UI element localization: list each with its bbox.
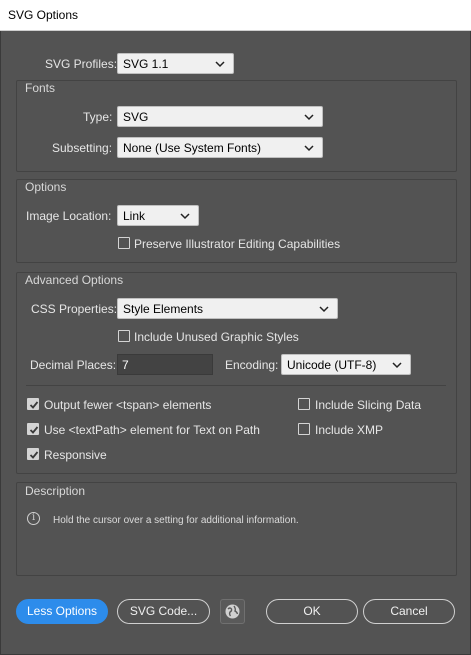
svg-profiles-select[interactable]: SVG 1.1 (117, 53, 234, 74)
unused-styles-checkbox[interactable] (118, 330, 130, 342)
type-label: Type: (83, 110, 113, 124)
svg-profiles-label: SVG Profiles: (45, 57, 118, 71)
decimal-places-label: Decimal Places: (30, 358, 117, 372)
ok-button[interactable]: OK (266, 599, 358, 624)
svg-code-button[interactable]: SVG Code... (117, 599, 210, 624)
encoding-value: Unicode (UTF-8) (287, 358, 377, 372)
css-properties-value: Style Elements (123, 302, 204, 316)
svg-profiles-value: SVG 1.1 (123, 57, 169, 71)
chevron-down-icon (180, 213, 190, 220)
preserve-editing-checkbox[interactable] (118, 237, 130, 249)
image-location-value: Link (123, 209, 146, 223)
decimal-places-value: 7 (122, 358, 129, 372)
chevron-down-icon (304, 114, 314, 121)
font-type-value: SVG (123, 110, 149, 124)
slicing-data-checkbox[interactable] (298, 398, 310, 410)
include-xmp-checkbox[interactable] (298, 423, 310, 435)
advanced-group-title: Advanced Options (25, 273, 124, 287)
font-subsetting-value: None (Use System Fonts) (123, 141, 262, 155)
chevron-down-icon (215, 61, 225, 68)
subsetting-label: Subsetting: (52, 141, 113, 155)
decimal-places-input[interactable]: 7 (117, 354, 213, 375)
checkmark-icon (29, 401, 39, 409)
fonts-group-title: Fonts (25, 81, 56, 95)
title-bar: SVG Options (0, 0, 471, 31)
fewer-tspan-label: Output fewer <tspan> elements (44, 398, 212, 412)
description-group-title: Description (25, 484, 86, 498)
window-title: SVG Options (8, 8, 79, 22)
preserve-editing-label: Preserve Illustrator Editing Capabilitie… (134, 237, 341, 251)
globe-icon (225, 604, 240, 619)
responsive-label: Responsive (44, 448, 107, 462)
slicing-data-label: Include Slicing Data (315, 398, 422, 412)
responsive-checkbox[interactable] (27, 448, 39, 460)
info-icon (27, 512, 40, 525)
browser-preview-button[interactable] (220, 599, 245, 624)
advanced-divider (26, 385, 446, 386)
include-xmp-label: Include XMP (315, 423, 384, 437)
css-properties-label: CSS Properties: (31, 302, 118, 316)
unused-styles-label: Include Unused Graphic Styles (134, 330, 299, 344)
description-text: Hold the cursor over a setting for addit… (53, 515, 299, 526)
css-properties-select[interactable]: Style Elements (117, 298, 338, 319)
image-location-select[interactable]: Link (117, 205, 199, 226)
encoding-label: Encoding: (225, 358, 279, 372)
encoding-select[interactable]: Unicode (UTF-8) (281, 354, 411, 375)
chevron-down-icon (319, 306, 329, 313)
textpath-label: Use <textPath> element for Text on Path (44, 423, 260, 437)
font-subsetting-select[interactable]: None (Use System Fonts) (117, 137, 323, 158)
chevron-down-icon (304, 145, 314, 152)
checkmark-icon (29, 426, 39, 434)
checkmark-icon (29, 451, 39, 459)
chevron-down-icon (392, 362, 402, 369)
cancel-button[interactable]: Cancel (363, 599, 455, 624)
less-options-button[interactable]: Less Options (16, 599, 108, 624)
options-group-title: Options (25, 180, 67, 194)
fewer-tspan-checkbox[interactable] (27, 398, 39, 410)
textpath-checkbox[interactable] (27, 423, 39, 435)
font-type-select[interactable]: SVG (117, 106, 323, 127)
image-location-label: Image Location: (26, 209, 112, 223)
